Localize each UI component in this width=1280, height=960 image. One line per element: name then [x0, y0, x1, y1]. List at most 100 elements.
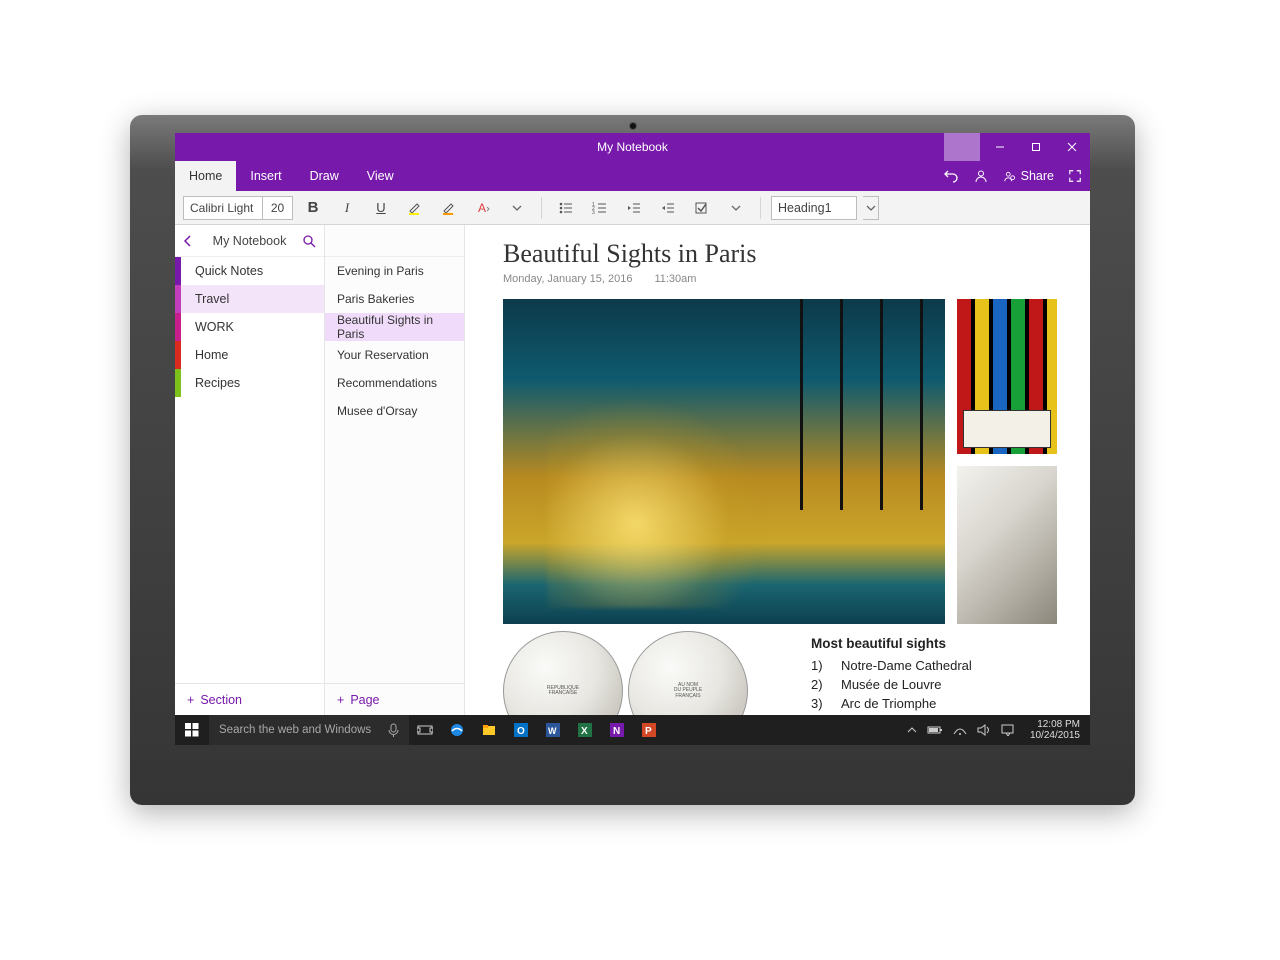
add-page-button[interactable]: + Page	[325, 683, 464, 715]
window-title: My Notebook	[597, 140, 668, 154]
tab-home[interactable]: Home	[175, 161, 236, 191]
window-titlebar: My Notebook	[175, 133, 1090, 161]
page-item[interactable]: Your Reservation	[325, 341, 464, 369]
section-label: Recipes	[195, 376, 240, 390]
add-section-button[interactable]: + Section	[175, 683, 324, 715]
tray-volume-icon[interactable]	[977, 724, 991, 736]
tray-network-icon[interactable]	[953, 724, 967, 736]
svg-text:A: A	[478, 201, 486, 215]
svg-text:P: P	[645, 726, 652, 737]
numbering-button[interactable]: 123	[586, 194, 614, 222]
page-item[interactable]: Paris Bakeries	[325, 285, 464, 313]
bullets-button[interactable]	[552, 194, 580, 222]
taskbar-app-excel[interactable]: X	[569, 715, 601, 745]
taskbar-app-word[interactable]: W	[537, 715, 569, 745]
indent-button[interactable]	[654, 194, 682, 222]
toolbar-separator	[541, 197, 542, 219]
taskbar-clock[interactable]: 12:08 PM 10/24/2015	[1024, 719, 1086, 742]
account-button[interactable]	[973, 168, 989, 184]
start-button[interactable]	[175, 723, 209, 737]
tray-chevron-icon[interactable]	[907, 725, 917, 735]
taskbar-app-edge[interactable]	[441, 715, 473, 745]
back-button[interactable]	[183, 235, 193, 247]
add-section-label: Section	[200, 693, 242, 707]
sight-label: Notre-Dame Cathedral	[841, 657, 972, 676]
section-label: Quick Notes	[195, 264, 263, 278]
coin-images[interactable]: REPUBLIQUEFRANCAISE AU NOMDU PEUPLEFRANÇ…	[503, 636, 621, 715]
photo-statue[interactable]	[957, 466, 1057, 624]
share-label: Share	[1021, 169, 1054, 183]
sight-label: Arc de Triomphe	[841, 695, 936, 714]
taskbar-app-onenote[interactable]: N	[601, 715, 633, 745]
font-color-button[interactable]: A	[469, 194, 497, 222]
page-item[interactable]: Musee d'Orsay	[325, 397, 464, 425]
section-label: Travel	[195, 292, 229, 306]
note-canvas[interactable]: Beautiful Sights in Paris Monday, Januar…	[465, 225, 1090, 715]
tray-notifications-icon[interactable]	[1001, 724, 1014, 736]
sight-item: 3) Arc de Triomphe	[811, 695, 972, 714]
tags-dropdown-button[interactable]	[722, 194, 750, 222]
bold-button[interactable]: B	[299, 194, 327, 222]
italic-button[interactable]: I	[333, 194, 361, 222]
search-button[interactable]	[302, 234, 316, 248]
svg-text:X: X	[581, 726, 588, 737]
microphone-icon[interactable]	[388, 723, 399, 737]
titlebar-divider	[944, 133, 980, 161]
page-item[interactable]: Beautiful Sights in Paris	[325, 313, 464, 341]
section-color-bar	[175, 285, 181, 313]
font-name-select[interactable]: Calibri Light	[184, 197, 262, 219]
section-item[interactable]: Home	[175, 341, 324, 369]
highlight-color-button[interactable]	[435, 194, 463, 222]
todo-tag-button[interactable]	[688, 194, 716, 222]
svg-text:W: W	[548, 726, 557, 736]
sight-number: 3)	[811, 695, 827, 714]
section-item[interactable]: Recipes	[175, 369, 324, 397]
page-item[interactable]: Evening in Paris	[325, 257, 464, 285]
close-button[interactable]	[1054, 133, 1090, 161]
taskbar-app-powerpoint[interactable]: P	[633, 715, 665, 745]
style-select[interactable]: Heading1	[771, 196, 857, 220]
section-item[interactable]: Travel	[175, 285, 324, 313]
outdent-button[interactable]	[620, 194, 648, 222]
pages-header-spacer	[325, 225, 464, 257]
minimize-button[interactable]	[982, 133, 1018, 161]
share-button[interactable]: Share	[1003, 169, 1054, 183]
taskbar-app-explorer[interactable]	[473, 715, 505, 745]
tray-battery-icon[interactable]	[927, 725, 943, 735]
tab-insert[interactable]: Insert	[236, 161, 295, 191]
section-color-bar	[175, 313, 181, 341]
stained-year: 1862	[1011, 429, 1037, 440]
clock-time: 12:08 PM	[1030, 719, 1080, 731]
taskbar-app-outlook[interactable]: O	[505, 715, 537, 745]
more-formatting-button[interactable]	[503, 194, 531, 222]
page-item[interactable]: Recommendations	[325, 369, 464, 397]
coin-left: REPUBLIQUEFRANCAISE	[503, 631, 623, 715]
taskbar-search[interactable]: Search the web and Windows	[209, 715, 409, 745]
font-size-select[interactable]: 20	[262, 197, 292, 219]
section-label: Home	[195, 348, 228, 362]
sight-item: 1)Notre-Dame Cathedral	[811, 657, 972, 676]
maximize-button[interactable]	[1018, 133, 1054, 161]
photo-street[interactable]	[503, 299, 945, 624]
svg-text:N: N	[613, 726, 620, 737]
fullscreen-button[interactable]	[1068, 169, 1082, 183]
tab-draw[interactable]: Draw	[296, 161, 353, 191]
undo-button[interactable]	[943, 168, 959, 184]
section-color-bar	[175, 369, 181, 397]
sight-item: 4)Musée de Montmartre	[811, 714, 972, 715]
plus-icon: +	[337, 693, 344, 707]
tab-view[interactable]: View	[353, 161, 408, 191]
coin-right: AU NOMDU PEUPLEFRANÇAIS	[628, 631, 748, 715]
underline-button[interactable]: U	[367, 194, 395, 222]
section-item[interactable]: Quick Notes	[175, 257, 324, 285]
section-panel: My Notebook Quick NotesTravelWORKHomeRec…	[175, 225, 325, 715]
note-title[interactable]: Beautiful Sights in Paris	[503, 239, 1090, 269]
toolbar-separator-2	[760, 197, 761, 219]
section-item[interactable]: WORK	[175, 313, 324, 341]
photo-stained-glass[interactable]: PARI 1862	[957, 299, 1057, 454]
search-placeholder: Search the web and Windows	[219, 724, 371, 736]
highlight-button[interactable]	[401, 194, 429, 222]
section-color-bar	[175, 257, 181, 285]
task-view-button[interactable]	[409, 715, 441, 745]
style-dropdown-button[interactable]	[863, 196, 879, 220]
